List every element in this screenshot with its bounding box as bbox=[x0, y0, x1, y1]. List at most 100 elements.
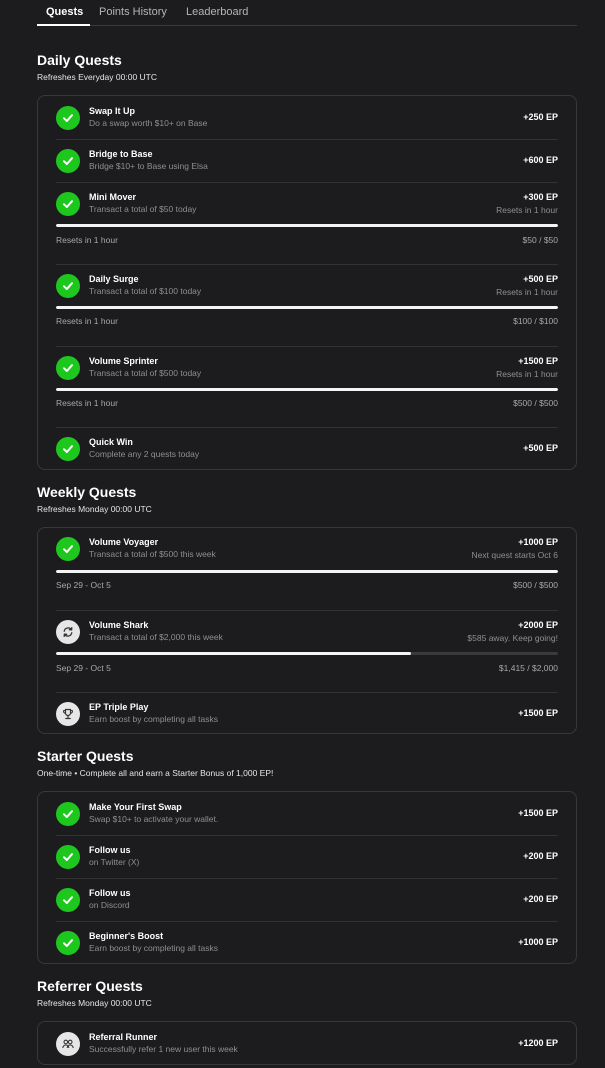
progress-bar bbox=[56, 306, 558, 309]
quest-title: Referral Runner bbox=[89, 1032, 158, 1042]
quest-title: Follow us bbox=[89, 845, 131, 855]
check-icon bbox=[56, 106, 80, 130]
quest-points: +1500 EP bbox=[518, 808, 558, 818]
daily-quests-subtitle: Refreshes Everyday 00:00 UTC bbox=[37, 72, 157, 82]
check-icon bbox=[56, 845, 80, 869]
quest-points: +200 EP bbox=[523, 894, 558, 904]
progress-fill bbox=[56, 570, 558, 573]
quest-description: Complete any 2 quests today bbox=[89, 449, 200, 459]
check-icon bbox=[56, 802, 80, 826]
progress-fill bbox=[56, 388, 558, 391]
progress-fill bbox=[56, 224, 558, 227]
progress-date-range: Sep 29 - Oct 5 bbox=[56, 663, 111, 673]
daily-quests-title: Daily Quests bbox=[37, 52, 122, 68]
quest-row[interactable]: Volume Shark Transact a total of $2,000 … bbox=[56, 610, 558, 692]
quest-description: Transact a total of $50 today bbox=[89, 204, 197, 214]
tab-bar: Quests Points History Leaderboard bbox=[37, 0, 577, 26]
quest-description: on Twitter (X) bbox=[89, 857, 140, 867]
quest-title: Volume Sprinter bbox=[89, 356, 158, 366]
referrer-quests-subtitle: Refreshes Monday 00:00 UTC bbox=[37, 998, 152, 1008]
check-icon bbox=[56, 537, 80, 561]
people-icon bbox=[56, 1032, 80, 1056]
tab-quests[interactable]: Quests bbox=[46, 6, 83, 18]
quest-title: Bridge to Base bbox=[89, 149, 153, 159]
quest-row[interactable]: Swap It Up Do a swap worth $10+ on Base … bbox=[56, 96, 558, 139]
quest-title: Quick Win bbox=[89, 437, 133, 447]
quest-row[interactable]: Mini Mover Transact a total of $50 today… bbox=[56, 182, 558, 264]
weekly-quests-card: Volume Voyager Transact a total of $500 … bbox=[37, 527, 577, 734]
check-icon bbox=[56, 149, 80, 173]
quest-row[interactable]: Follow us on Twitter (X) +200 EP bbox=[56, 835, 558, 878]
quest-reset-note: Resets in 1 hour bbox=[496, 287, 558, 297]
quest-status-note: $585 away. Keep going! bbox=[467, 633, 558, 643]
quest-title: Swap It Up bbox=[89, 106, 136, 116]
check-icon bbox=[56, 356, 80, 380]
quest-status-note: Next quest starts Oct 6 bbox=[471, 550, 558, 560]
refresh-icon bbox=[56, 620, 80, 644]
quest-reset-note: Resets in 1 hour bbox=[496, 205, 558, 215]
quest-title: Daily Surge bbox=[89, 274, 139, 284]
progress-left-label: Resets in 1 hour bbox=[56, 398, 118, 408]
progress-date-range: Sep 29 - Oct 5 bbox=[56, 580, 111, 590]
quest-title: Mini Mover bbox=[89, 192, 137, 202]
quest-points: +600 EP bbox=[523, 155, 558, 165]
quest-description: Transact a total of $100 today bbox=[89, 286, 202, 296]
progress-amount: $100 / $100 bbox=[513, 316, 558, 326]
progress-bar bbox=[56, 652, 558, 655]
tab-points-history[interactable]: Points History bbox=[99, 6, 167, 18]
quest-row[interactable]: Daily Surge Transact a total of $100 tod… bbox=[56, 264, 558, 346]
trophy-icon bbox=[56, 702, 80, 726]
quest-row[interactable]: Volume Voyager Transact a total of $500 … bbox=[56, 528, 558, 610]
quest-row[interactable]: Follow us on Discord +200 EP bbox=[56, 878, 558, 921]
quest-description: Swap $10+ to activate your wallet. bbox=[89, 814, 219, 824]
quest-title: Volume Shark bbox=[89, 620, 149, 630]
quest-title: Make Your First Swap bbox=[89, 802, 182, 812]
active-tab-indicator bbox=[37, 24, 90, 26]
progress-amount: $1,415 / $2,000 bbox=[498, 663, 558, 673]
starter-quests-title: Starter Quests bbox=[37, 748, 134, 764]
progress-fill bbox=[56, 652, 412, 655]
weekly-quests-title: Weekly Quests bbox=[37, 484, 137, 500]
daily-quests-card: Swap It Up Do a swap worth $10+ on Base … bbox=[37, 95, 577, 470]
check-icon bbox=[56, 888, 80, 912]
weekly-quests-subtitle: Refreshes Monday 00:00 UTC bbox=[37, 504, 152, 514]
quest-row[interactable]: Quick Win Complete any 2 quests today +5… bbox=[56, 427, 558, 469]
quest-description: Bridge $10+ to Base using Elsa bbox=[89, 161, 208, 171]
quest-points: +300 EP bbox=[523, 192, 558, 202]
tab-leaderboard[interactable]: Leaderboard bbox=[186, 6, 248, 18]
quest-title: EP Triple Play bbox=[89, 702, 149, 712]
progress-left-label: Resets in 1 hour bbox=[56, 316, 118, 326]
quest-description: Earn boost by completing all tasks bbox=[89, 943, 218, 953]
quest-points: +1000 EP bbox=[518, 537, 558, 547]
quest-description: Do a swap worth $10+ on Base bbox=[89, 118, 208, 128]
quest-row[interactable]: Beginner's Boost Earn boost by completin… bbox=[56, 921, 558, 964]
quest-points: +500 EP bbox=[523, 274, 558, 284]
progress-bar bbox=[56, 570, 558, 573]
referrer-quests-title: Referrer Quests bbox=[37, 978, 143, 994]
quest-points: +2000 EP bbox=[518, 620, 558, 630]
quest-description: Successfully refer 1 new user this week bbox=[89, 1044, 238, 1054]
check-icon bbox=[56, 192, 80, 216]
check-icon bbox=[56, 931, 80, 955]
quest-description: Earn boost by completing all tasks bbox=[89, 714, 218, 724]
progress-fill bbox=[56, 306, 558, 309]
quest-row[interactable]: Bridge to Base Bridge $10+ to Base using… bbox=[56, 139, 558, 182]
quest-description: on Discord bbox=[89, 900, 130, 910]
quest-row[interactable]: Volume Sprinter Transact a total of $500… bbox=[56, 346, 558, 427]
progress-amount: $50 / $50 bbox=[522, 235, 558, 245]
quest-row[interactable]: Make Your First Swap Swap $10+ to activa… bbox=[56, 792, 558, 835]
quest-points: +1500 EP bbox=[518, 356, 558, 366]
quest-description: Transact a total of $500 this week bbox=[89, 549, 216, 559]
quest-points: +1200 EP bbox=[518, 1038, 558, 1048]
quest-row[interactable]: EP Triple Play Earn boost by completing … bbox=[56, 692, 558, 734]
starter-quests-subtitle: One-time • Complete all and earn a Start… bbox=[37, 768, 274, 778]
progress-bar bbox=[56, 388, 558, 391]
quest-points: +250 EP bbox=[523, 112, 558, 122]
check-icon bbox=[56, 274, 80, 298]
check-icon bbox=[56, 437, 80, 461]
quest-description: Transact a total of $2,000 this week bbox=[89, 632, 223, 642]
starter-quests-card: Make Your First Swap Swap $10+ to activa… bbox=[37, 791, 577, 964]
quest-title: Volume Voyager bbox=[89, 537, 159, 547]
quest-row[interactable]: Referral Runner Successfully refer 1 new… bbox=[56, 1022, 558, 1066]
referrer-quests-card: Referral Runner Successfully refer 1 new… bbox=[37, 1021, 577, 1065]
